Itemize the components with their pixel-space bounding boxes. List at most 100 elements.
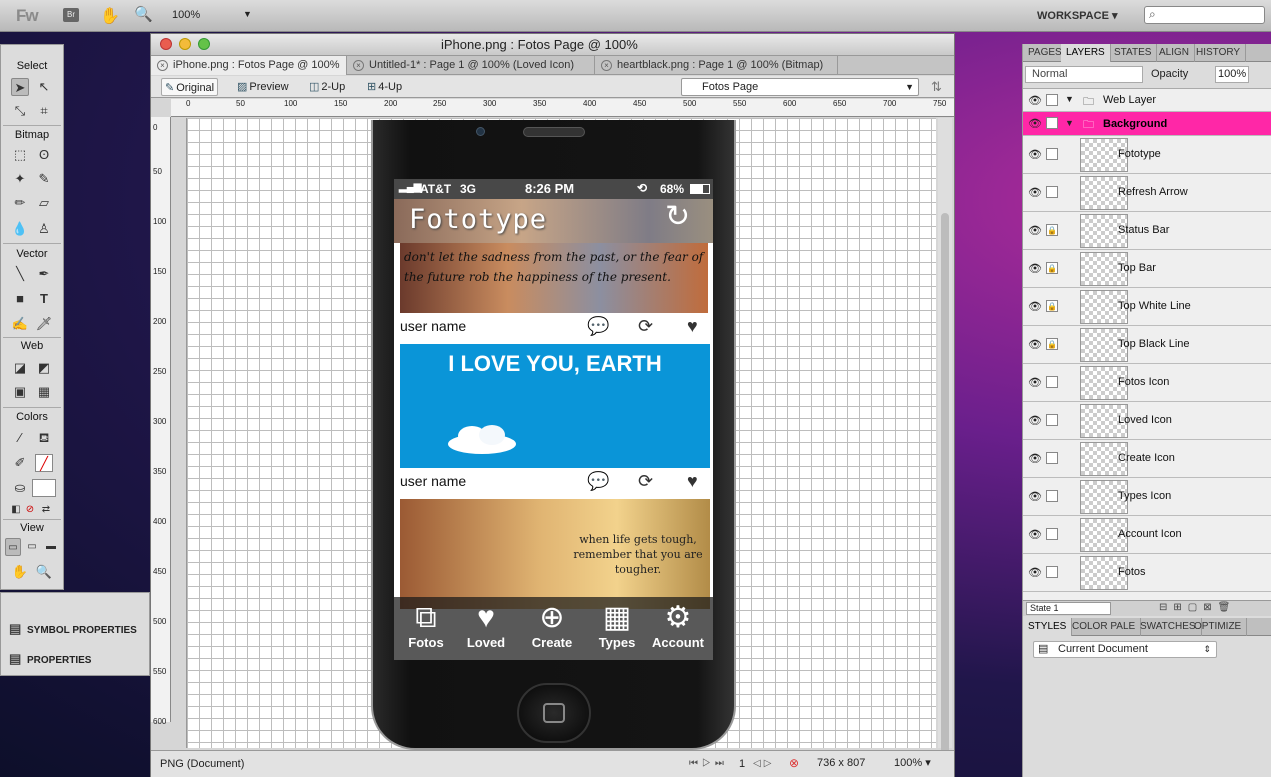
full-screen-menus-icon[interactable]: ▭	[24, 538, 40, 556]
swap-colors-icon[interactable]: ⇄	[37, 501, 55, 519]
vertical-scrollbar[interactable]	[938, 118, 952, 768]
eye-icon[interactable]: 👁	[1028, 566, 1042, 579]
close-tab-icon[interactable]: ×	[353, 60, 364, 71]
eye-icon[interactable]: 👁	[1028, 300, 1042, 313]
lasso-tool-icon[interactable]: ʘ	[35, 146, 53, 164]
layer-row[interactable]: 👁 🔒 Top Black Line	[1023, 326, 1271, 364]
paint-bucket-icon[interactable]: ⛾	[35, 429, 53, 447]
comment-icon[interactable]: 💬	[587, 471, 609, 492]
tab-history[interactable]: HISTORY	[1191, 44, 1247, 62]
close-tab-icon[interactable]: ×	[601, 60, 612, 71]
frame-navigation[interactable]: ⏮▷⏭	[689, 758, 728, 769]
eyedropper-tool-icon[interactable]: ⁄	[11, 429, 29, 447]
layer-row[interactable]: 👁 Create Icon	[1023, 440, 1271, 478]
lock-icon[interactable]: 🔒	[1046, 262, 1058, 274]
bridge-button[interactable]: Br	[63, 8, 79, 22]
comment-icon[interactable]: 💬	[587, 316, 609, 337]
view-original-button[interactable]: ✎ Original	[161, 78, 219, 96]
lock-toggle[interactable]	[1046, 117, 1058, 129]
freeform-tool-icon[interactable]: ✍	[11, 315, 29, 333]
eye-icon[interactable]: 👁	[1028, 94, 1042, 107]
standard-screen-icon[interactable]: ▭	[5, 538, 21, 556]
hand-tool-icon[interactable]: ✋	[100, 6, 120, 26]
knife-tool-icon[interactable]: 🗡	[35, 315, 53, 333]
tab-align[interactable]: ALIGN	[1154, 44, 1196, 62]
close-window-button[interactable]	[160, 38, 172, 50]
subselection-tool-icon[interactable]: ↖	[35, 78, 53, 96]
tab-color-palette[interactable]: COLOR PALE	[1067, 618, 1142, 636]
tab-styles[interactable]: STYLES	[1023, 618, 1073, 636]
slice-tool-icon[interactable]: ◩	[35, 359, 53, 377]
magic-wand-icon[interactable]: ✦	[11, 170, 29, 188]
post-username[interactable]: user name	[400, 318, 466, 334]
hotspot-tool-icon[interactable]: ◪	[11, 359, 29, 377]
lock-toggle[interactable]	[1046, 148, 1058, 160]
refresh-icon[interactable]: ↻	[665, 199, 690, 234]
tab-optimize[interactable]: OPTIMIZE	[1189, 618, 1248, 636]
lock-icon[interactable]: 🔒	[1046, 300, 1058, 312]
iphone-mockup[interactable]: ▂▄▆ AT&T 3G 8:26 PM ⟲ 68% Fototype ↻ don…	[371, 120, 736, 750]
lock-toggle[interactable]	[1046, 186, 1058, 198]
layer-row[interactable]: 👁 Account Icon	[1023, 516, 1271, 554]
expand-triangle-icon[interactable]: ▼	[1065, 94, 1074, 104]
blur-tool-icon[interactable]: 💧	[11, 220, 29, 238]
tab-heartblack[interactable]: × heartblack.png : Page 1 @ 100% (Bitmap)	[595, 56, 838, 75]
eye-icon[interactable]: 👁	[1028, 262, 1042, 275]
scroll-thumb[interactable]	[941, 213, 949, 768]
repost-icon[interactable]: ⟳	[638, 471, 653, 492]
styles-document-select[interactable]: ▤ Current Document ⇕	[1033, 641, 1217, 658]
lock-icon[interactable]: 🔒	[1046, 224, 1058, 236]
lock-toggle[interactable]	[1046, 376, 1058, 388]
tab-layers[interactable]: LAYERS	[1061, 44, 1111, 62]
eye-icon[interactable]: 👁	[1028, 376, 1042, 389]
layer-row[interactable]: 👁 Loved Icon	[1023, 402, 1271, 440]
search-input[interactable]: ⌕	[1144, 6, 1265, 24]
rectangle-tool-icon[interactable]: ■	[11, 290, 29, 308]
page-select[interactable]: Fotos Page ▼	[681, 78, 919, 96]
layer-row-selected[interactable]: 👁 ▼ 🗀 Background	[1023, 112, 1271, 136]
layer-row[interactable]: 👁 ▼ 🗀 Web Layer	[1023, 89, 1271, 112]
expand-triangle-icon[interactable]: ▼	[1065, 118, 1074, 128]
post-photo-tough[interactable]: when life gets tough, remember that you …	[400, 499, 710, 609]
line-tool-icon[interactable]: ╲	[11, 265, 29, 283]
layer-row[interactable]: 👁 Fotos	[1023, 554, 1271, 592]
hide-slices-icon[interactable]: ▣	[11, 383, 29, 401]
layer-row[interactable]: 👁 🔒 Top White Line	[1023, 288, 1271, 326]
lock-toggle[interactable]	[1046, 566, 1058, 578]
frame-nav-next[interactable]: ◁▷	[753, 758, 774, 769]
home-button[interactable]	[517, 683, 591, 743]
lock-toggle[interactable]	[1046, 414, 1058, 426]
tab-loved[interactable]: ♥ Loved	[463, 601, 509, 650]
chevron-down-icon[interactable]: ▼	[243, 9, 252, 19]
layer-row[interactable]: 👁 Fototype	[1023, 136, 1271, 174]
eraser-tool-icon[interactable]: ▱	[35, 194, 53, 212]
view-preview-button[interactable]: ▨ Preview	[237, 78, 289, 96]
show-slices-icon[interactable]: ▦	[35, 383, 53, 401]
repost-icon[interactable]: ⟳	[638, 316, 653, 337]
workspace-menu[interactable]: WORKSPACE ▾	[1037, 9, 1118, 22]
state-select[interactable]: State 1	[1026, 602, 1111, 615]
lock-toggle[interactable]	[1046, 94, 1058, 106]
brush-tool-icon[interactable]: ✎	[35, 170, 53, 188]
stroke-swatch[interactable]: ╱	[35, 454, 53, 472]
close-tab-icon[interactable]: ×	[157, 60, 168, 71]
blend-mode-select[interactable]: Normal	[1025, 66, 1143, 83]
post-username[interactable]: user name	[400, 473, 466, 489]
fill-color-icon[interactable]: ⛀	[11, 479, 29, 497]
lock-icon[interactable]: 🔒	[1046, 338, 1058, 350]
eye-icon[interactable]: 👁	[1028, 452, 1042, 465]
pencil-tool-icon[interactable]: ✏	[11, 194, 29, 212]
eye-icon[interactable]: 👁	[1028, 186, 1042, 199]
hand-tool-icon[interactable]: ✋	[11, 563, 29, 581]
layer-row[interactable]: 👁 Types Icon	[1023, 478, 1271, 516]
tab-create[interactable]: ⊕ Create	[525, 601, 579, 650]
tab-fotos[interactable]: ⧉ Fotos	[404, 601, 448, 650]
crop-tool-icon[interactable]: ⌗	[35, 102, 53, 120]
stamp-tool-icon[interactable]: ♙	[35, 220, 53, 238]
heart-icon[interactable]: ♥	[687, 471, 698, 492]
pointer-tool-icon[interactable]: ➤	[11, 78, 29, 96]
zoom-select[interactable]: 100%	[172, 9, 200, 21]
layer-row[interactable]: 👁 Refresh Arrow	[1023, 174, 1271, 212]
sort-icon[interactable]: ⇅	[931, 79, 942, 95]
post-photo-quote[interactable]: don't let the sadness from the past, or …	[400, 243, 708, 313]
